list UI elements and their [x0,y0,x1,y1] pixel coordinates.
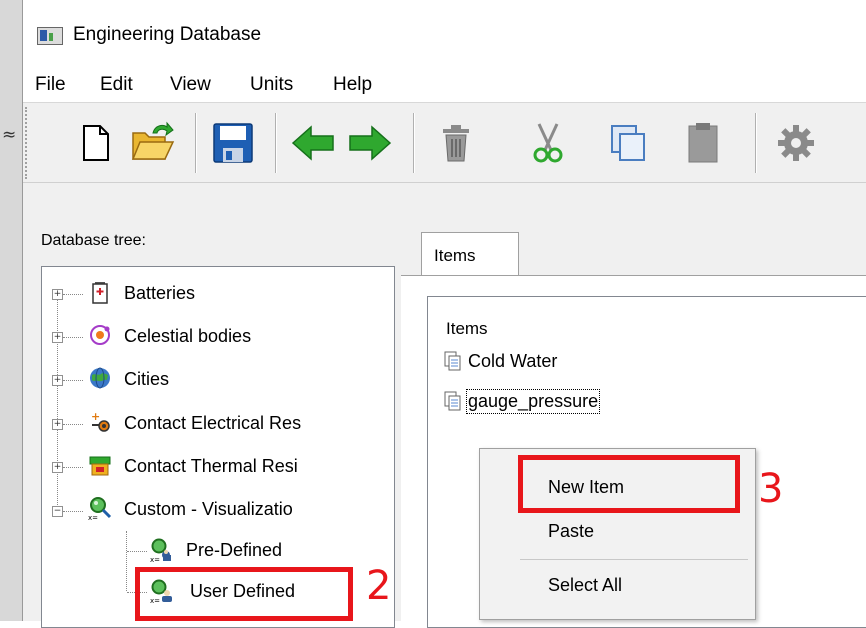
menu-edit[interactable]: Edit [100,74,133,96]
open-folder-icon [131,121,175,160]
save-button[interactable] [208,115,258,171]
collapse-toggle-custom-visualization[interactable]: − [52,506,63,517]
tree-item-contact-thermal[interactable]: Contact Thermal Resi [124,456,298,477]
list-item-label: gauge_pressure [465,388,601,414]
electrical-contact-icon: + [91,410,110,432]
paste-icon [688,123,718,163]
paste-button[interactable] [678,115,728,171]
expand-toggle-celestial[interactable]: + [52,332,63,343]
window-title: Engineering Database [73,24,262,45]
context-menu-select-all[interactable]: Select All [548,575,622,596]
tree-item-pre-defined[interactable]: Pre-Defined [186,540,282,561]
expand-toggle-cities[interactable]: + [52,375,63,386]
back-arrow-icon [291,125,334,161]
delete-icon [443,125,469,162]
copy-icon [611,125,645,161]
svg-text:x=: x= [150,556,160,562]
back-button[interactable] [288,115,338,171]
title-bar: Engineering Database [23,0,866,62]
predefined-icon: x= [150,538,171,562]
toolbar [23,102,866,183]
tab-items-label: Items [434,246,476,265]
open-button[interactable] [128,115,178,171]
toolbar-grip[interactable] [25,107,29,179]
list-item-label: Cold Water [468,350,558,371]
expand-toggle-contact-electrical[interactable]: + [52,419,63,430]
forward-arrow-icon [349,125,392,161]
menu-help[interactable]: Help [333,74,372,96]
menu-file[interactable]: File [35,74,66,96]
list-item[interactable]: gauge_pressure [444,387,601,415]
items-list-header: Items [446,319,488,338]
tree-item-cities[interactable]: Cities [124,369,169,390]
tab-items[interactable]: Items [421,232,519,277]
expand-toggle-contact-thermal[interactable]: + [52,462,63,473]
callout-box-new-item [518,455,740,513]
tree-item-batteries[interactable]: Batteries [124,283,195,304]
cut-button[interactable] [523,115,573,171]
tree-item-custom-visualization[interactable]: Custom - Visualizatio [124,499,293,520]
expand-toggle-batteries[interactable]: + [52,289,63,300]
battery-icon [92,282,108,304]
globe-icon [90,367,110,389]
menu-view[interactable]: View [170,74,211,96]
document-icon [444,391,461,411]
forward-button[interactable] [345,115,395,171]
tree-item-celestial-bodies[interactable]: Celestial bodies [124,326,251,347]
tree-item-contact-electrical[interactable]: Contact Electrical Res [124,413,301,434]
celestial-icon [90,325,110,345]
svg-text:x=: x= [88,514,98,520]
new-button[interactable] [71,115,121,171]
thermal-contact-icon [89,456,111,476]
left-edge-strip: ≈ [0,0,22,621]
delete-button[interactable] [431,115,481,171]
app-icon [37,27,63,45]
document-icon [444,351,461,371]
save-icon [213,123,253,163]
menu-units[interactable]: Units [250,74,293,96]
menu-bar: File Edit View Units Help [23,62,866,102]
context-menu-separator [520,559,748,560]
callout-number-3: 3 [758,466,784,512]
list-item[interactable]: Cold Water [444,347,557,375]
new-file-icon [83,125,109,161]
database-tree-label: Database tree: [41,232,146,249]
context-menu-paste[interactable]: Paste [548,521,594,542]
settings-gear-icon [778,125,814,161]
cut-icon [533,123,563,163]
settings-button[interactable] [771,115,821,171]
side-glyph: ≈ [2,125,17,145]
callout-box-user-defined [135,567,353,621]
panel-divider [23,182,866,183]
copy-button[interactable] [603,115,653,171]
callout-number-2: 2 [366,563,392,609]
visualization-icon: x= [88,497,112,520]
svg-text:+: + [91,410,100,423]
